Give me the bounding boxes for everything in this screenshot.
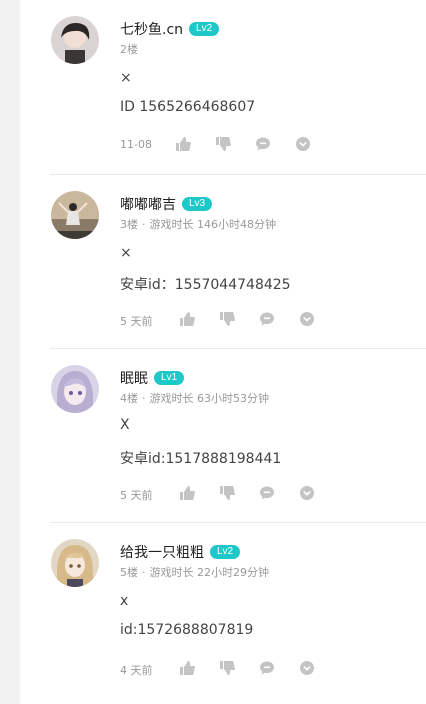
comment-actions: 4 天前 bbox=[120, 660, 420, 680]
username[interactable]: 眠眠 bbox=[120, 368, 148, 388]
level-badge: Lv1 bbox=[154, 371, 185, 385]
comment-text-line: 安卓id：1557044748425 bbox=[120, 277, 291, 293]
playtime: 游戏时长 22小时29分钟 bbox=[149, 566, 270, 579]
thumb-down-icon[interactable] bbox=[219, 311, 237, 329]
more-chevron-icon[interactable] bbox=[299, 485, 317, 503]
comment-panel: 七秒鱼.cn Lv2 2楼 × ID 1565266468607 11-08 嘟… bbox=[20, 0, 426, 704]
thumb-up-icon[interactable] bbox=[175, 136, 193, 154]
thumb-down-icon[interactable] bbox=[219, 660, 237, 678]
level-badge: Lv3 bbox=[182, 197, 213, 211]
meta-separator: · bbox=[142, 392, 146, 405]
level-badge: Lv2 bbox=[189, 22, 220, 36]
comment-actions: 5 天前 bbox=[120, 311, 420, 331]
comment-meta: 2楼 bbox=[120, 41, 138, 57]
more-chevron-icon[interactable] bbox=[295, 136, 313, 154]
reply-bubble-icon[interactable] bbox=[259, 485, 277, 503]
reply-bubble-icon[interactable] bbox=[259, 660, 277, 678]
level-badge: Lv2 bbox=[210, 545, 241, 559]
divider bbox=[50, 348, 426, 349]
username[interactable]: 嘟嘟嘟吉 bbox=[120, 194, 176, 214]
username[interactable]: 给我一只粗粗 bbox=[120, 542, 204, 562]
reply-bubble-icon[interactable] bbox=[259, 311, 277, 329]
more-chevron-icon[interactable] bbox=[299, 311, 317, 329]
comment-actions: 11-08 bbox=[120, 136, 420, 156]
thumb-down-icon[interactable] bbox=[219, 485, 237, 503]
comment-meta: 5楼 · 游戏时长 22小时29分钟 bbox=[120, 564, 269, 580]
timestamp: 11-08 bbox=[120, 138, 152, 151]
comment-text-line: x bbox=[120, 593, 129, 609]
thumb-up-icon[interactable] bbox=[179, 311, 197, 329]
reply-bubble-icon[interactable] bbox=[255, 136, 273, 154]
comment-meta: 4楼 · 游戏时长 63小时53分钟 bbox=[120, 390, 269, 406]
timestamp: 4 天前 bbox=[120, 664, 153, 677]
timestamp: 5 天前 bbox=[120, 315, 153, 328]
user-row: 嘟嘟嘟吉 Lv3 bbox=[120, 194, 213, 214]
thumb-up-icon[interactable] bbox=[179, 485, 197, 503]
playtime: 游戏时长 146小时48分钟 bbox=[149, 218, 277, 231]
comment-meta: 3楼 · 游戏时长 146小时48分钟 bbox=[120, 216, 276, 232]
meta-separator: · bbox=[142, 218, 146, 231]
user-row: 眠眠 Lv1 bbox=[120, 368, 185, 388]
comment-text-line: 安卓id:1517888198441 bbox=[120, 451, 282, 467]
divider bbox=[50, 174, 426, 175]
floor-number: 5楼 bbox=[120, 566, 138, 579]
more-chevron-icon[interactable] bbox=[299, 660, 317, 678]
playtime: 游戏时长 63小时53分钟 bbox=[149, 392, 270, 405]
avatar[interactable] bbox=[51, 191, 99, 239]
comment-text-line: id:1572688807819 bbox=[120, 622, 254, 638]
comment-text-line: ID 1565266468607 bbox=[120, 99, 256, 115]
floor-number: 2楼 bbox=[120, 43, 138, 56]
user-row: 给我一只粗粗 Lv2 bbox=[120, 542, 241, 562]
user-row: 七秒鱼.cn Lv2 bbox=[120, 19, 220, 39]
comment-text-line: X bbox=[120, 417, 130, 433]
floor-number: 4楼 bbox=[120, 392, 138, 405]
timestamp: 5 天前 bbox=[120, 489, 153, 502]
comment-text-line: × bbox=[120, 70, 132, 86]
comment-text-line: × bbox=[120, 245, 132, 261]
avatar[interactable] bbox=[51, 539, 99, 587]
username[interactable]: 七秒鱼.cn bbox=[120, 19, 183, 39]
floor-number: 3楼 bbox=[120, 218, 138, 231]
thumb-up-icon[interactable] bbox=[179, 660, 197, 678]
thumb-down-icon[interactable] bbox=[215, 136, 233, 154]
avatar[interactable] bbox=[51, 365, 99, 413]
divider bbox=[50, 522, 426, 523]
avatar[interactable] bbox=[51, 16, 99, 64]
comment-actions: 5 天前 bbox=[120, 485, 420, 505]
meta-separator: · bbox=[142, 566, 146, 579]
